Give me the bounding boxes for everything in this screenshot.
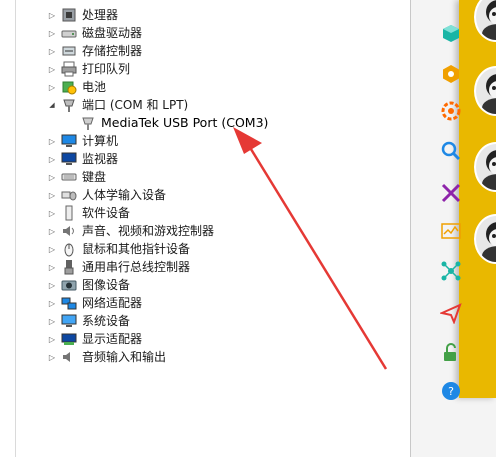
annotation-arrow <box>233 127 388 370</box>
